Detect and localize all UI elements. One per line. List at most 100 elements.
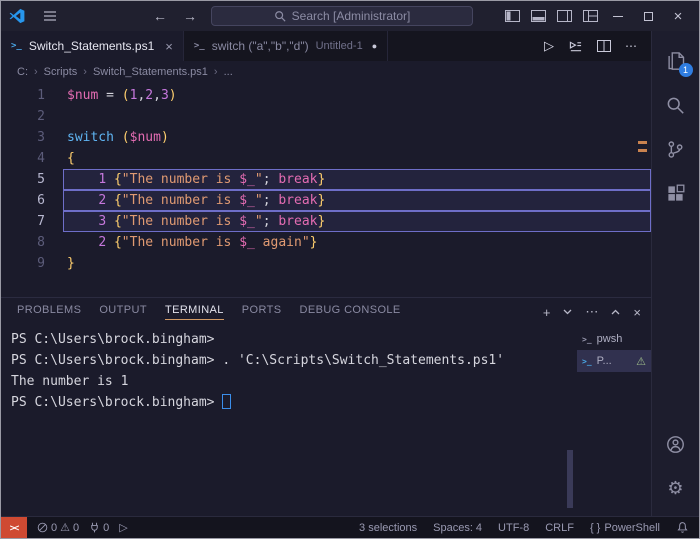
command-search-input[interactable]: Search [Administrator] <box>211 6 473 26</box>
eol-status[interactable]: CRLF <box>545 522 574 534</box>
explorer-icon[interactable]: 1 <box>652 39 700 83</box>
breadcrumb-item[interactable]: C: <box>17 66 28 78</box>
code-text: 3 {"The number is $_"; break} <box>63 211 651 232</box>
panel-tab-ports[interactable]: PORTS <box>242 304 282 320</box>
run-task-status[interactable]: ▷ <box>119 521 127 534</box>
breadcrumb-item[interactable]: Switch_Statements.ps1 <box>93 66 208 78</box>
more-actions-icon[interactable]: ⋯ <box>625 39 637 53</box>
close-panel-icon[interactable]: × <box>633 305 641 320</box>
powershell-file-icon: >_ <box>11 41 22 51</box>
code-line[interactable]: 5 1 {"The number is $_"; break} <box>1 169 651 190</box>
menu-hamburger-icon[interactable] <box>37 3 63 29</box>
forward-icon[interactable]: → <box>181 8 199 24</box>
code-line[interactable]: 3 switch ($num) <box>1 127 651 148</box>
problems-status[interactable]: 0 ⚠ 0 <box>37 521 79 534</box>
code-token: 2 <box>98 235 107 250</box>
terminal-text: PS C:\Users\brock.bingham> . 'C:\Scripts… <box>11 353 505 368</box>
close-tab-icon[interactable]: × <box>165 39 173 54</box>
code-token: $_ <box>239 214 255 229</box>
code-line[interactable]: 2 <box>1 106 651 127</box>
minimize-button[interactable] <box>603 2 633 30</box>
toggle-secondary-sidebar-icon[interactable] <box>551 3 577 29</box>
activity-bar: 1 ⚙ <box>651 31 699 516</box>
ports-status[interactable]: 0 <box>89 522 109 534</box>
tab-label: Switch_Statements.ps1 <box>28 39 155 53</box>
line-number: 7 <box>37 214 45 229</box>
terminal-cursor[interactable] <box>222 394 232 409</box>
warnings-icon: ⚠ <box>60 522 70 534</box>
code-token: = <box>98 88 122 103</box>
toggle-panel-icon[interactable] <box>525 3 551 29</box>
code-token: "The number is <box>121 235 240 250</box>
code-line[interactable]: 4{ <box>1 148 651 169</box>
panel-more-icon[interactable]: ⋯ <box>585 304 598 320</box>
activity-bar-bottom: ⚙ <box>652 422 700 510</box>
source-control-icon[interactable] <box>652 127 700 171</box>
notifications-bell-icon[interactable] <box>676 521 689 534</box>
selection-status[interactable]: 3 selections <box>359 522 417 534</box>
title-bar: ← → Search [Administrator] × <box>1 1 699 31</box>
status-bar: >< 0 ⚠ 0 0 ▷ 3 selections Spaces: 4 UTF-… <box>1 516 699 538</box>
terminal-output[interactable]: PS C:\Users\brock.bingham> PS C:\Users\br… <box>1 326 577 516</box>
terminal-scrollbar[interactable] <box>567 450 573 508</box>
line-number: 1 <box>37 88 45 103</box>
back-icon[interactable]: ← <box>151 8 169 24</box>
tab-untitled-1[interactable]: >_ switch ("a","b","d") Untitled-1 ● <box>184 31 389 61</box>
panel-tab-problems[interactable]: PROBLEMS <box>17 304 81 320</box>
warnings-count: 0 <box>73 521 80 534</box>
run-button[interactable]: ▷ <box>544 38 554 54</box>
code-token: switch <box>67 130 122 145</box>
customize-layout-icon[interactable] <box>577 3 603 29</box>
breadcrumb-separator: › <box>213 66 218 78</box>
tab-secondary-label: Untitled-1 <box>315 40 363 52</box>
code-line[interactable]: 7 3 {"The number is $_"; break} <box>1 211 651 232</box>
code-text: { <box>63 148 651 169</box>
extensions-icon[interactable] <box>652 171 700 215</box>
new-terminal-icon[interactable]: + <box>543 305 551 320</box>
search-activity-icon[interactable] <box>652 83 700 127</box>
terminal-list-item[interactable]: >_ pwsh <box>577 328 651 350</box>
terminal-line: PS C:\Users\brock.bingham> <box>11 392 577 413</box>
run-below-icon[interactable] <box>568 40 583 53</box>
accounts-icon[interactable] <box>652 422 700 466</box>
code-token: } <box>67 256 75 271</box>
breadcrumb-item[interactable]: Scripts <box>44 66 78 78</box>
encoding-status[interactable]: UTF-8 <box>498 522 529 534</box>
breadcrumb[interactable]: C: › Scripts › Switch_Statements.ps1 ›... <box>1 61 651 83</box>
code-token: break <box>278 193 318 208</box>
code-text: switch ($num) <box>63 127 651 148</box>
unsaved-dot-icon[interactable]: ● <box>372 41 377 51</box>
code-line[interactable]: 6 2 {"The number is $_"; break} <box>1 190 651 211</box>
settings-gear-icon[interactable]: ⚙ <box>652 466 700 510</box>
code-line[interactable]: 8 2 {"The number is $_ again"} <box>1 232 651 253</box>
terminal-profile-chevron-icon[interactable] <box>563 309 572 315</box>
maximize-panel-icon[interactable] <box>611 309 620 315</box>
terminal-list-item[interactable]: >_ P... ⚠ <box>577 350 651 372</box>
language-status[interactable]: { } PowerShell <box>590 522 660 534</box>
code-token: "The number is <box>121 172 240 187</box>
indentation-status[interactable]: Spaces: 4 <box>433 522 482 534</box>
split-editor-icon[interactable] <box>597 40 611 52</box>
panel-tab-output[interactable]: OUTPUT <box>99 304 147 320</box>
code-line[interactable]: 1 $num = (1,2,3) <box>1 85 651 106</box>
maximize-button[interactable] <box>633 2 663 30</box>
terminal-prompt-icon: >_ <box>582 356 592 366</box>
panel-tab-debug-console[interactable]: DEBUG CONSOLE <box>300 304 401 320</box>
tab-switch-statements[interactable]: >_ Switch_Statements.ps1 × <box>1 31 184 61</box>
toggle-primary-sidebar-icon[interactable] <box>499 3 525 29</box>
titlebar-right: × <box>499 2 693 30</box>
panel-tab-terminal[interactable]: TERMINAL <box>164 304 224 320</box>
code-text: 1 {"The number is $_"; break} <box>63 169 651 190</box>
close-button[interactable]: × <box>663 2 693 30</box>
line-number: 3 <box>37 130 45 145</box>
editor-tab-bar: >_ Switch_Statements.ps1 × >_ switch ("a… <box>1 31 651 61</box>
code-editor[interactable]: 1 $num = (1,2,3) 2 3 switch ($num) 4{5 1 {"Th… <box>1 83 651 297</box>
breadcrumb-item[interactable]: ... <box>224 66 233 78</box>
code-line[interactable]: 9} <box>1 253 651 274</box>
remote-indicator[interactable]: >< <box>1 517 27 538</box>
code-token: ; <box>262 214 279 229</box>
